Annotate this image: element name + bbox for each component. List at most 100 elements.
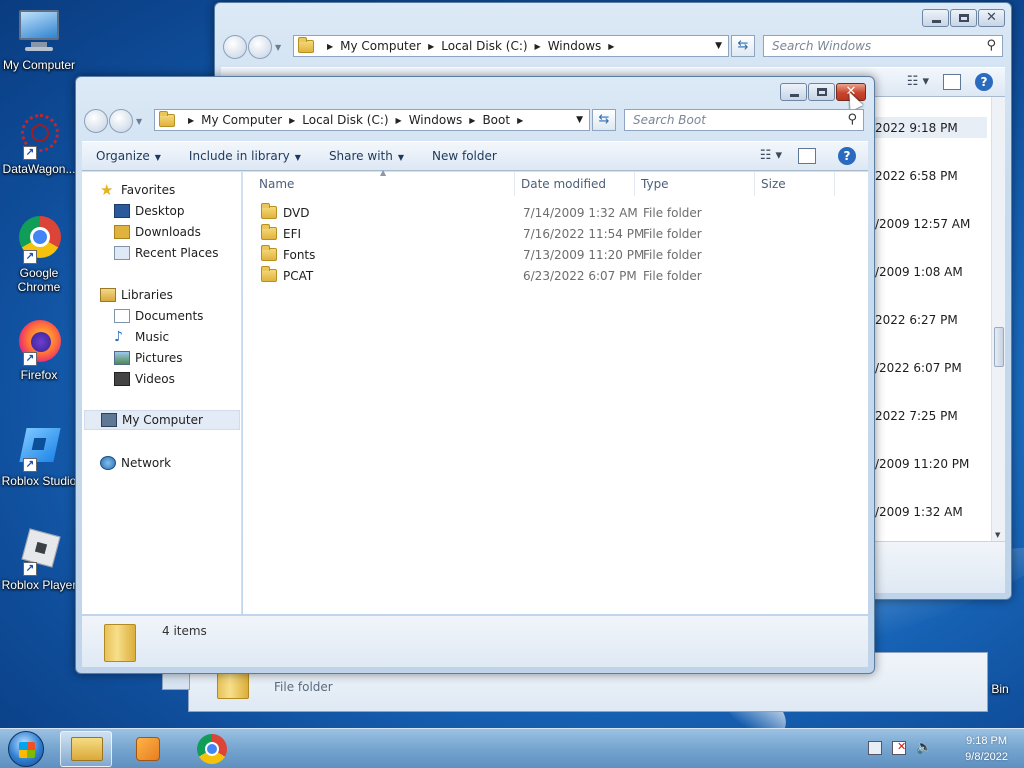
computer-icon [101, 413, 117, 427]
folder-icon [261, 245, 277, 261]
breadcrumb-item[interactable]: Boot ▶ [482, 113, 530, 127]
breadcrumb-item[interactable]: My Computer ▶ [201, 113, 302, 127]
nav-my-computer[interactable]: My Computer [84, 410, 240, 430]
recent-pages-dropdown[interactable]: ▼ [275, 43, 285, 52]
new-folder-button[interactable]: New folder [418, 149, 511, 163]
forward-button[interactable] [248, 35, 272, 59]
address-bar[interactable]: ▶ My Computer ▶ Local Disk (C:) ▶ Windows ▶… [154, 109, 590, 131]
volume-icon[interactable]: 🔈 [916, 741, 932, 755]
table-row[interactable]: /2009 12:57 AM [875, 213, 970, 234]
desktop-icon-label: My Computer [2, 58, 76, 72]
taskbar-chrome-button[interactable] [186, 731, 238, 767]
help-icon[interactable]: ? [838, 147, 856, 165]
scroll-down-icon[interactable]: ▼ [995, 531, 1000, 539]
videos-icon [114, 372, 130, 386]
desktop-icon-my-computer[interactable]: My Computer [1, 8, 77, 72]
sort-arrow-icon: ▲ [380, 168, 387, 177]
desktop-icon-datawagon[interactable]: ↗ DataWagon... [1, 112, 77, 176]
recent-pages-dropdown[interactable]: ▼ [136, 117, 146, 126]
table-row[interactable]: PCAT 6/23/2022 6:07 PM File folder [261, 265, 851, 286]
refresh-button[interactable]: ⇆ [731, 35, 755, 57]
search-icon: ⚲ [847, 112, 857, 127]
nav-desktop[interactable]: Desktop [114, 201, 185, 221]
views-icon[interactable]: ☷ ▾ [760, 148, 782, 163]
nav-network[interactable]: Network [100, 453, 171, 473]
include-in-library-button[interactable]: Include in library ▼ [175, 149, 315, 163]
taskbar-explorer-button[interactable] [60, 731, 112, 767]
shortcut-arrow-icon: ↗ [23, 250, 37, 264]
network-status-icon[interactable]: ✕ [892, 740, 906, 755]
table-row[interactable]: /2009 1:08 AM [875, 261, 963, 282]
desktop-icon-firefox[interactable]: ↗ Firefox [1, 318, 77, 382]
address-dropdown-icon[interactable]: ▼ [576, 115, 583, 125]
vertical-scrollbar[interactable]: ▼ [991, 97, 1005, 541]
nav-music[interactable]: ♪ Music [114, 327, 169, 347]
nav-favorites[interactable]: ★ Favorites [100, 180, 175, 200]
downloads-icon [114, 225, 130, 239]
share-with-button[interactable]: Share with ▼ [315, 149, 418, 163]
table-row[interactable]: /2009 11:20 PM [875, 453, 969, 474]
breadcrumb-item[interactable]: Local Disk (C:) ▶ [302, 113, 408, 127]
breadcrumb-item[interactable]: Windows ▶ [409, 113, 483, 127]
views-icon[interactable]: ☷ ▾ [907, 74, 929, 89]
preview-pane-icon[interactable] [943, 74, 961, 90]
music-icon: ♪ [114, 329, 123, 345]
search-input[interactable]: Search Windows ⚲ [763, 35, 1003, 57]
explorer-window-boot[interactable]: ✕ ▼ ▶ My Computer ▶ Local Disk (C:) ▶ Wind… [75, 76, 875, 674]
search-input[interactable]: Search Boot ⚲ [624, 109, 864, 131]
desktop-icon-label: Roblox Studio [1, 474, 77, 488]
nav-downloads[interactable]: Downloads [114, 222, 201, 242]
window-edge [162, 672, 190, 690]
table-row[interactable]: 2022 6:27 PM [875, 309, 958, 330]
table-row[interactable]: /2009 1:32 AM [875, 501, 963, 522]
table-row[interactable]: 2022 9:18 PM [875, 117, 987, 138]
table-row[interactable]: 2022 7:25 PM [875, 405, 958, 426]
forward-button[interactable] [109, 109, 133, 133]
maximize-button[interactable] [808, 83, 835, 101]
desktop-icon-roblox-studio[interactable]: ↗ Roblox Studio [1, 424, 77, 488]
breadcrumb-item[interactable]: Local Disk (C:) ▶ [441, 39, 547, 53]
taskbar-media-player-button[interactable] [122, 731, 174, 767]
nav-documents[interactable]: Documents [114, 306, 203, 326]
breadcrumb-item[interactable]: Windows ▶ [548, 39, 622, 53]
table-row[interactable]: /2022 6:07 PM [875, 357, 962, 378]
scrollbar-thumb[interactable] [994, 327, 1004, 367]
refresh-button[interactable]: ⇆ [592, 109, 616, 131]
column-header-size[interactable]: Size [755, 172, 835, 196]
star-icon: ★ [100, 181, 114, 199]
column-header-date-modified[interactable]: Date modified [515, 172, 635, 196]
help-icon[interactable]: ? [975, 73, 993, 91]
maximize-button[interactable] [950, 9, 977, 27]
start-button[interactable] [8, 731, 44, 767]
desktop-icon-google-chrome[interactable]: ↗ Google Chrome [1, 216, 77, 294]
desktop-icon-roblox-player[interactable]: ↗ Roblox Player [1, 528, 77, 592]
desktop: My Computer ↗ DataWagon... ↗ Google Chro… [0, 0, 1024, 728]
nav-libraries[interactable]: Libraries [100, 285, 173, 305]
address-bar[interactable]: ▶ My Computer ▶ Local Disk (C:) ▶ Windows ▶… [293, 35, 729, 57]
nav-pictures[interactable]: Pictures [114, 348, 183, 368]
firefox-icon: ↗ [15, 318, 63, 366]
table-row[interactable]: DVD 7/14/2009 1:32 AM File folder [261, 202, 851, 223]
back-button[interactable] [223, 35, 247, 59]
nav-recent-places[interactable]: Recent Places [114, 243, 218, 263]
chrome-icon: ↗ [15, 216, 63, 264]
network-icon [100, 456, 116, 470]
minimize-button[interactable] [780, 83, 807, 101]
system-clock[interactable]: 9:18 PM 9/8/2022 [965, 733, 1008, 765]
nav-videos[interactable]: Videos [114, 369, 175, 389]
folder-icon [261, 266, 277, 282]
action-center-icon[interactable] [868, 741, 882, 755]
back-button[interactable] [84, 109, 108, 133]
table-row[interactable]: Fonts 7/13/2009 11:20 PM File folder [261, 244, 851, 265]
preview-pane-icon[interactable] [798, 148, 816, 164]
address-dropdown-icon[interactable]: ▼ [715, 41, 722, 51]
column-header-type[interactable]: Type [635, 172, 755, 196]
organize-button[interactable]: Organize ▼ [82, 149, 175, 163]
breadcrumb-item[interactable]: My Computer ▶ [340, 39, 441, 53]
shortcut-arrow-icon: ↗ [23, 562, 37, 576]
table-row[interactable]: 2022 6:58 PM [875, 165, 958, 186]
computer-icon [15, 8, 63, 56]
close-button[interactable]: ✕ [978, 9, 1005, 27]
minimize-button[interactable] [922, 9, 949, 27]
table-row[interactable]: EFI 7/16/2022 11:54 PM File folder [261, 223, 851, 244]
